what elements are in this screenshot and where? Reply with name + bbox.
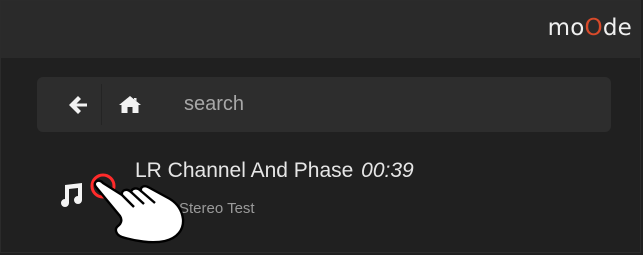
app-frame: moOde LR Channel And Phase 00:39 Stereo … (0, 0, 641, 253)
home-button[interactable] (103, 77, 157, 132)
home-icon (119, 95, 141, 113)
toolbar-divider (101, 84, 102, 125)
track-subtitle: Stereo Test (179, 200, 255, 217)
back-button[interactable] (51, 77, 105, 132)
track-name: LR Channel And Phase (135, 159, 354, 182)
search-input[interactable] (184, 87, 594, 121)
app-logo[interactable]: moOde (548, 17, 632, 40)
top-bar: moOde (1, 1, 640, 58)
music-note-icon (61, 183, 82, 207)
track-duration: 00:39 (361, 159, 414, 182)
track-item[interactable]: LR Channel And Phase 00:39 Stereo Test (1, 149, 640, 252)
track-title: LR Channel And Phase 00:39 (135, 159, 414, 183)
search-bar (37, 77, 611, 132)
back-arrow-icon (69, 95, 87, 114)
